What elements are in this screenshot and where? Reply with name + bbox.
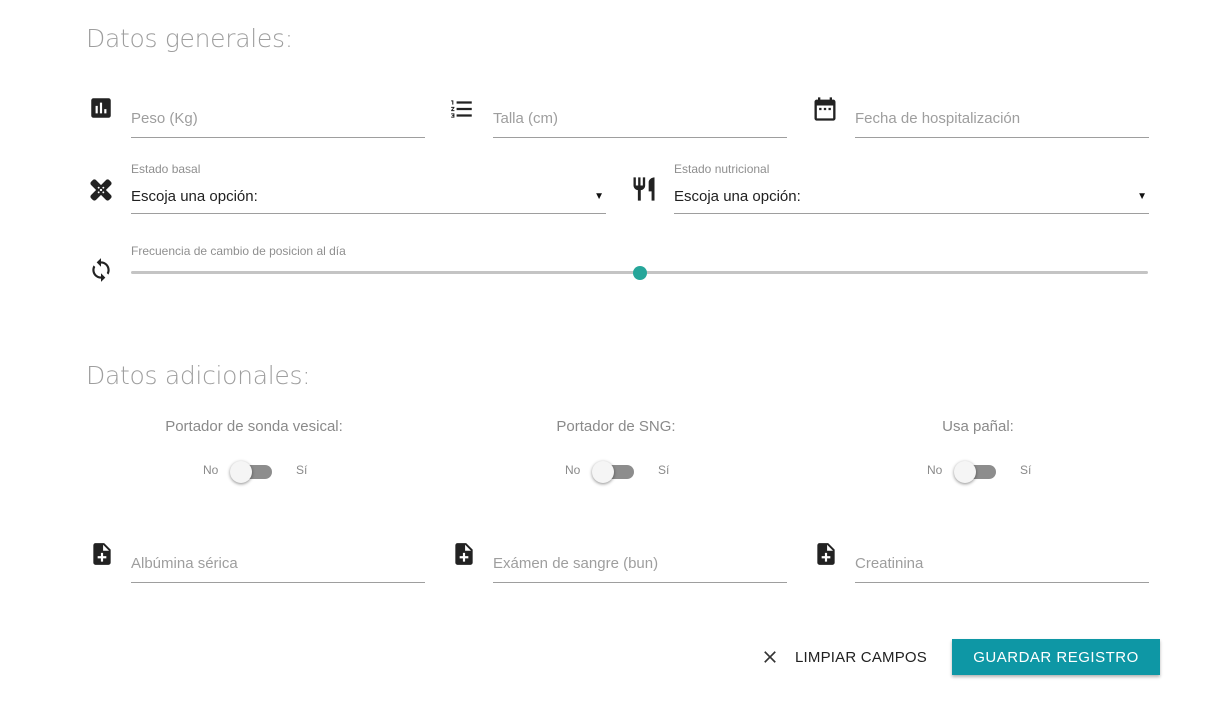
estado-nutricional-value: Escoja una opción: [674,188,801,205]
toggle-title-sng: Portador de SNG: [556,418,676,435]
bar-chart-icon [88,95,114,121]
estado-nutricional-select[interactable]: Escoja una opción: ▼ [674,184,1149,214]
peso-field[interactable] [131,94,425,138]
numbered-list-icon [449,96,475,122]
talla-input[interactable] [493,110,787,127]
sync-icon [88,257,114,283]
toggle-on-label: Sí [1020,463,1032,477]
estado-nutricional-label: Estado nutricional [674,162,770,176]
estado-basal-value: Escoja una opción: [131,188,258,205]
estado-basal-select[interactable]: Escoja una opción: ▼ [131,184,606,214]
save-record-button[interactable]: GUARDAR REGISTRO [952,639,1160,675]
frecuencia-label: Frecuencia de cambio de posicion al día [131,244,346,258]
bandage-icon [87,176,115,204]
note-add-icon [813,540,839,568]
caret-down-icon: ▼ [594,191,604,202]
toggle-off-label: No [565,463,581,477]
peso-input[interactable] [131,110,425,127]
frecuencia-slider-thumb[interactable] [632,266,647,280]
toggle-on-label: Sí [658,463,670,477]
sng-switch[interactable] [592,461,638,483]
toggle-off-label: No [203,463,219,477]
albumina-field[interactable] [131,539,425,583]
toggle-title-sonda-vesical: Portador de sonda vesical: [165,418,343,435]
note-add-icon [451,540,477,568]
calendar-icon [811,95,839,123]
caret-down-icon: ▼ [1137,191,1147,202]
panal-switch[interactable] [954,461,1000,483]
close-icon [760,647,780,667]
clear-fields-label: LIMPIAR CAMPOS [795,648,927,666]
toggle-panal: No Sí [924,459,1044,483]
toggle-sng: No Sí [562,459,682,483]
estado-basal-label: Estado basal [131,162,201,176]
fecha-field[interactable] [855,94,1149,138]
clear-fields-button[interactable]: LIMPIAR CAMPOS [760,643,927,671]
toggle-sonda-vesical: No Sí [200,459,320,483]
talla-field[interactable] [493,94,787,138]
creatinina-field[interactable] [855,539,1149,583]
restaurant-icon [630,175,658,203]
note-add-icon [89,540,115,568]
toggle-title-panal: Usa pañal: [942,418,1014,435]
albumina-input[interactable] [131,555,425,572]
creatinina-input[interactable] [855,555,1149,572]
section-title-general: Datos generales: [86,24,293,53]
sonda-vesical-switch[interactable] [230,461,276,483]
toggle-on-label: Sí [296,463,308,477]
bun-field[interactable] [493,539,787,583]
section-title-additional: Datos adicionales: [86,361,311,390]
fecha-input[interactable] [855,110,1149,127]
toggle-off-label: No [927,463,943,477]
bun-input[interactable] [493,555,787,572]
